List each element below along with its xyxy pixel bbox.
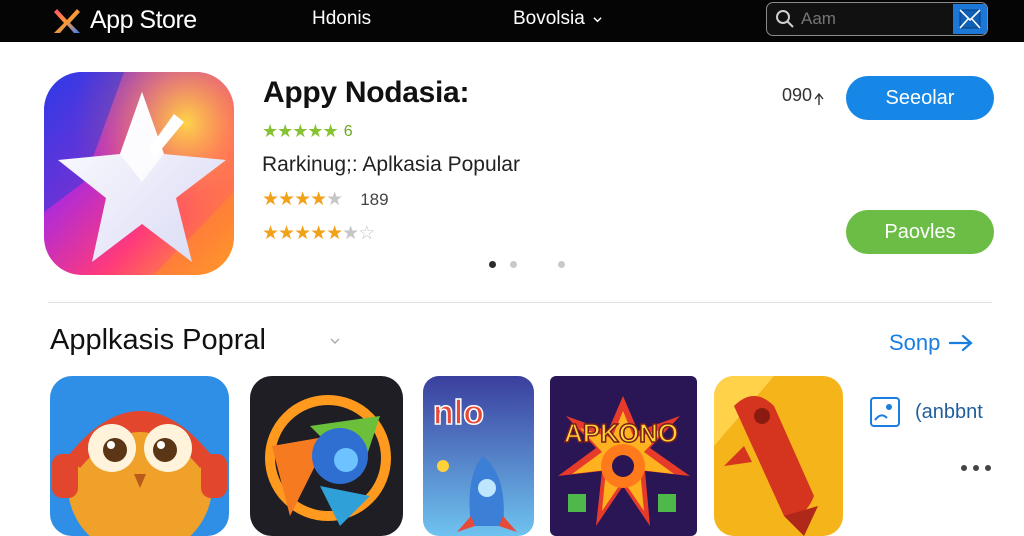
app-title: Appy Nodasia: [263, 76, 470, 109]
nav-dropdown-label: Bovolsia [513, 8, 585, 29]
search-button[interactable] [953, 4, 987, 34]
carousel-dot[interactable] [489, 261, 496, 268]
svg-text:nlo: nlo [433, 394, 484, 432]
rating-stars-green: ★★★★★ 6 [262, 121, 353, 142]
search-icon [776, 10, 794, 28]
see-all-label: Sonp [889, 330, 941, 355]
app-tile-swirl-icon[interactable] [250, 376, 403, 536]
section-title: Applkasis Popral [50, 324, 266, 356]
app-tile-red-rocket-icon[interactable] [714, 376, 843, 536]
primary-button[interactable]: Seeolar [846, 76, 994, 120]
rating-count: 189 [360, 189, 389, 209]
star-icons-filled: ★★★★★ [262, 223, 343, 244]
divider [48, 302, 992, 303]
share-icon [814, 92, 824, 105]
chevron-down-icon[interactable] [330, 337, 340, 345]
star-icons-filled: ★★★★ [262, 189, 327, 210]
carousel-dot[interactable] [510, 261, 517, 268]
arrow-right-icon [949, 334, 974, 352]
search-input[interactable] [795, 9, 953, 29]
see-all-link[interactable]: Sonp [889, 330, 974, 356]
more-options-icon[interactable] [959, 462, 993, 474]
nav-dropdown-bovolsia[interactable]: Bovolsia [513, 8, 602, 30]
app-store-logo-icon [54, 9, 80, 33]
search-box [766, 2, 988, 36]
rating-stars-orange: ★★★★ ★ 189 [262, 188, 389, 211]
top-bar: App Store Hdonis Bovolsia [0, 0, 1024, 42]
star-icon-empty: ★ [326, 189, 343, 210]
star-icon-row: ★★★★★ [262, 121, 339, 141]
featured-app-icon[interactable] [44, 72, 234, 275]
app-tile-rocket-icon[interactable]: nlo [423, 376, 534, 536]
ranking-text: Rarkinug;: Aplkasia Popular [262, 153, 520, 176]
chevron-down-icon [593, 16, 602, 22]
brand-name: App Store [90, 5, 197, 34]
brand[interactable]: App Store [52, 4, 197, 36]
image-frame-icon [870, 397, 900, 427]
rating-stars-secondary: ★★★★★ ★☆ [262, 222, 375, 245]
mail-icon [959, 9, 981, 29]
star-icons-empty: ★☆ [342, 223, 375, 244]
app-tile-apkono-icon[interactable]: APKONO [550, 376, 697, 536]
rating-value: 6 [343, 122, 353, 140]
nav-link-hdonis[interactable]: Hdonis [312, 8, 371, 30]
share-label: 090 [782, 84, 813, 105]
side-item-label: (anbbnt [915, 400, 983, 423]
svg-text:APKONO: APKONO [564, 418, 678, 448]
secondary-button[interactable]: Paovles [846, 210, 994, 254]
carousel-dots [489, 259, 579, 271]
app-tile-owl-icon[interactable] [50, 376, 229, 536]
share-control[interactable]: 090 [782, 84, 825, 106]
carousel-dot[interactable] [558, 261, 565, 268]
side-item[interactable]: (anbbnt [869, 396, 983, 428]
